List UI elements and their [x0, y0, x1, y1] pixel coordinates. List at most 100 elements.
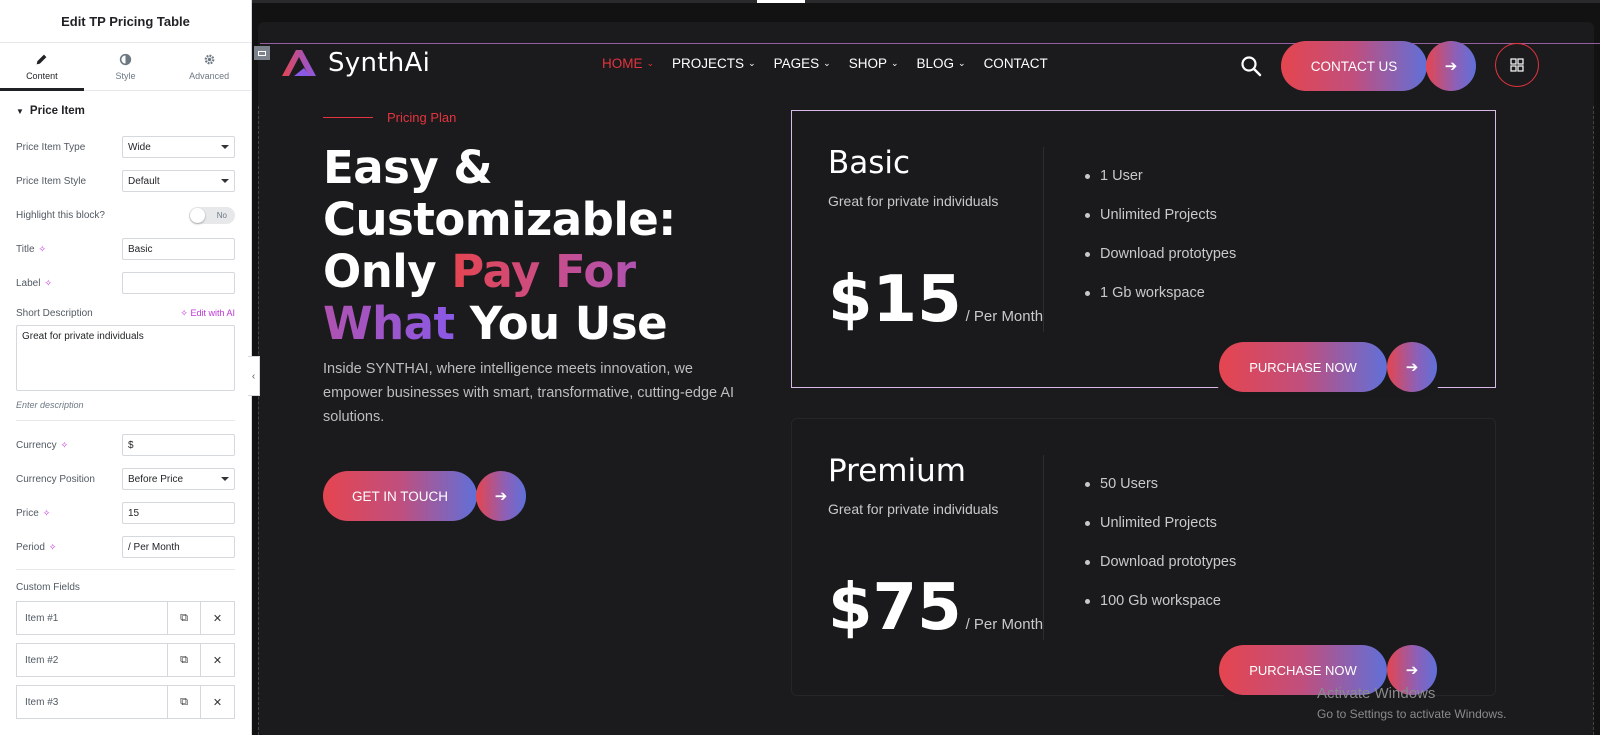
period-input[interactable]: / Per Month — [122, 536, 235, 558]
section-handle-icon[interactable] — [254, 46, 270, 60]
nav-shop[interactable]: SHOP ⌄ — [849, 56, 899, 71]
price-item-style-select[interactable]: Default — [122, 170, 235, 192]
price-input[interactable]: 15 — [122, 502, 235, 524]
contact-arrow-button[interactable]: ➔ — [1426, 41, 1476, 91]
period-row: Period ✧ / Per Month — [16, 535, 235, 559]
watermark-line-2: Go to Settings to activate Windows. — [1317, 707, 1507, 721]
currency-position-select[interactable]: Before Price — [122, 468, 235, 490]
price-period: / Per Month — [965, 616, 1044, 633]
feature-item: 100 Gb workspace — [1085, 593, 1236, 609]
nav-pages[interactable]: PAGES ⌄ — [774, 56, 831, 71]
close-icon[interactable]: ✕ — [201, 602, 234, 634]
purchase-now-button[interactable]: PURCHASE NOW — [1219, 342, 1387, 392]
section-tagline: Pricing Plan — [323, 110, 456, 125]
caret-down-icon: ▼ — [16, 106, 24, 116]
ai-sparkle-icon[interactable]: ✧ — [43, 508, 51, 519]
custom-field-item[interactable]: Item #3 ⧉ ✕ — [16, 685, 235, 719]
field-label: Label — [16, 277, 41, 289]
custom-fields-label: Custom Fields — [16, 582, 80, 593]
short-description-textarea[interactable]: Great for private individuals — [16, 325, 235, 391]
field-label: Price — [16, 507, 39, 519]
custom-field-item[interactable]: Item #1 ⧉ ✕ — [16, 601, 235, 635]
feature-item: Unlimited Projects — [1085, 207, 1236, 223]
caret-down-icon — [221, 179, 229, 183]
price-amount: $75 — [828, 571, 962, 645]
purchase-arrow-button[interactable]: ➔ — [1387, 342, 1437, 392]
caret-down-icon — [221, 477, 229, 481]
nav-label: PAGES — [773, 56, 820, 71]
field-label: Title — [16, 243, 35, 255]
get-in-touch-label: GET IN TOUCH — [351, 488, 449, 504]
toggle-text: No — [216, 210, 227, 220]
currency-input[interactable]: $ — [122, 434, 235, 456]
duplicate-icon[interactable]: ⧉ — [168, 644, 201, 676]
edit-with-ai-link[interactable]: ✧ Edit with AI — [180, 308, 235, 319]
get-in-touch-button[interactable]: GET IN TOUCH — [323, 471, 477, 521]
menu-grid-button[interactable] — [1495, 43, 1539, 87]
tab-style[interactable]: Style — [84, 43, 168, 90]
get-in-touch-arrow-button[interactable]: ➔ — [476, 471, 526, 521]
ai-sparkle-icon[interactable]: ✧ — [39, 244, 47, 255]
price-item-section: ▼ Price Item Price Item Type Wide Price … — [0, 91, 251, 719]
field-label: Highlight this block? — [16, 209, 105, 221]
chevron-down-icon: ⌄ — [748, 58, 756, 68]
nav-projects[interactable]: PROJECTS ⌄ — [672, 56, 756, 71]
half-circle-icon — [119, 53, 132, 65]
select-value: Default — [128, 175, 160, 187]
field-label: Period — [16, 541, 45, 553]
section-header[interactable]: ▼ Price Item — [16, 105, 235, 117]
custom-field-name[interactable]: Item #3 — [17, 686, 168, 718]
ai-sparkle-icon[interactable]: ✧ — [49, 542, 57, 553]
pricing-card-basic: Basic Great for private individuals $15/… — [791, 110, 1496, 398]
card-divider — [1043, 147, 1044, 332]
feature-list: 50 Users Unlimited Projects Download pro… — [1085, 476, 1236, 632]
field-label: Price Item Style — [16, 175, 87, 187]
price-item-type-select[interactable]: Wide — [122, 136, 235, 158]
chevron-down-icon: ⌄ — [958, 58, 966, 68]
chevron-left-icon: ‹ — [251, 370, 256, 382]
divider — [16, 420, 235, 421]
contact-us-label: CONTACT US — [1310, 58, 1398, 74]
ai-sparkle-icon[interactable]: ✧ — [61, 440, 69, 451]
logo-text: SynthAi — [328, 48, 431, 78]
custom-field-item[interactable]: Item #2 ⧉ ✕ — [16, 643, 235, 677]
close-icon[interactable]: ✕ — [201, 644, 234, 676]
gear-icon — [204, 54, 215, 64]
feature-item: 50 Users — [1085, 476, 1236, 492]
duplicate-icon[interactable]: ⧉ — [168, 602, 201, 634]
field-label: Short Description — [16, 307, 93, 319]
nav-home[interactable]: HOME ⌄ — [602, 56, 654, 71]
tab-advanced[interactable]: Advanced — [167, 43, 251, 90]
preview-canvas: SynthAi HOME ⌄ PROJECTS ⌄ PAGES ⌄ SHOP ⌄ BLO… — [252, 0, 1600, 735]
tab-content[interactable]: Content — [0, 43, 84, 91]
plan-price: $75/ Per Month — [828, 571, 1043, 645]
purchase-wrap: PURCHASE NOW ➔ — [1211, 336, 1445, 398]
tab-style-label: Style — [115, 70, 136, 81]
short-description-row: Short Description ✧ Edit with AI — [16, 305, 235, 321]
nav-contact[interactable]: CONTACT — [984, 56, 1048, 71]
card-divider — [1043, 455, 1044, 640]
ai-sparkle-icon[interactable]: ✧ — [44, 278, 52, 289]
price-row: Price ✧ 15 — [16, 501, 235, 525]
close-icon[interactable]: ✕ — [201, 686, 234, 718]
highlight-toggle[interactable]: No — [189, 206, 235, 224]
label-input[interactable] — [122, 272, 235, 294]
contact-us-button[interactable]: CONTACT US — [1281, 41, 1427, 91]
currency-row: Currency ✧ $ — [16, 433, 235, 457]
title-row: Title ✧ Basic — [16, 237, 235, 261]
price-item-type-row: Price Item Type Wide — [16, 135, 235, 159]
nav-blog[interactable]: BLOG ⌄ — [917, 56, 966, 71]
custom-field-name[interactable]: Item #2 — [17, 644, 168, 676]
arrow-right-icon: ➔ — [1444, 58, 1458, 75]
section-title: Price Item — [29, 105, 85, 117]
tab-advanced-label: Advanced — [189, 70, 230, 81]
select-value: Wide — [128, 141, 151, 153]
duplicate-icon[interactable]: ⧉ — [168, 686, 201, 718]
search-icon[interactable] — [1240, 55, 1262, 77]
custom-field-name[interactable]: Item #1 — [17, 602, 168, 634]
collapse-panel-button[interactable]: ‹ — [248, 356, 260, 396]
site-logo[interactable]: SynthAi — [280, 48, 430, 78]
hero-paragraph: Inside SYNTHAI, where intelligence meets… — [323, 361, 735, 425]
title-input[interactable]: Basic — [122, 238, 235, 260]
feature-item: 1 User — [1085, 168, 1236, 184]
